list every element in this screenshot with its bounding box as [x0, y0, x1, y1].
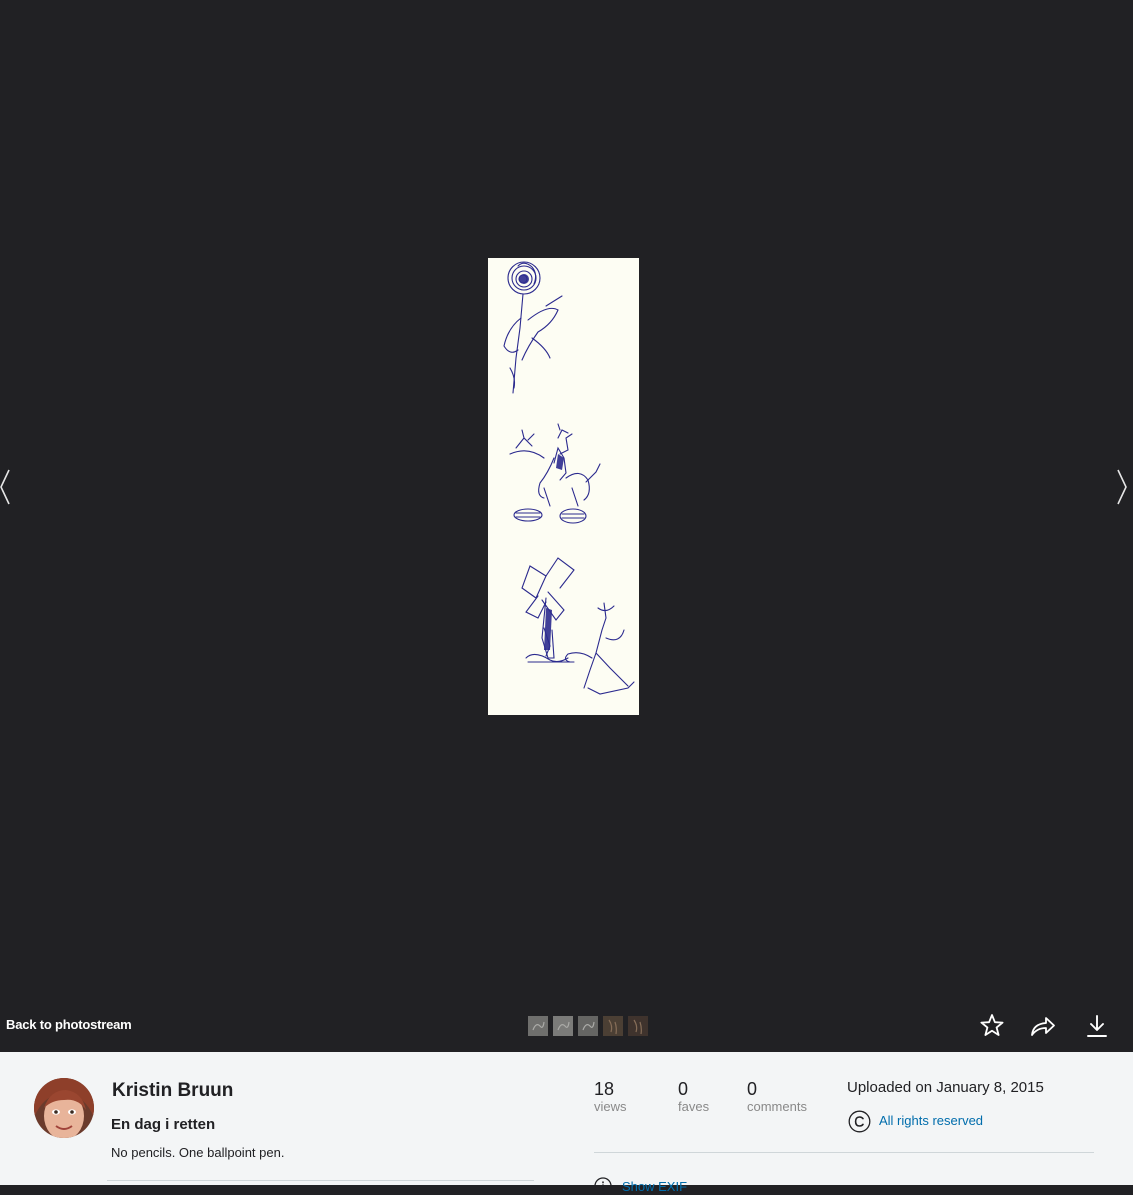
filmstrip-thumb-1[interactable] — [528, 1016, 548, 1036]
chevron-right-icon — [1117, 469, 1127, 505]
download-icon — [1087, 1015, 1107, 1037]
comments-stat: 0 comments — [747, 1079, 807, 1115]
fave-button[interactable] — [978, 1012, 1006, 1040]
next-photo-button[interactable] — [1113, 466, 1133, 508]
star-icon — [980, 1014, 1004, 1036]
back-to-photostream-link[interactable]: Back to photostream — [6, 1017, 132, 1032]
views-label: views — [594, 1099, 627, 1114]
filmstrip — [528, 1016, 648, 1036]
comments-count: 0 — [747, 1079, 758, 1099]
main-photo — [488, 258, 639, 715]
faves-stat: 0 faves — [678, 1079, 709, 1115]
share-icon — [1031, 1017, 1055, 1036]
filmstrip-thumb-2[interactable] — [553, 1016, 573, 1036]
divider — [107, 1180, 534, 1181]
photo-title: En dag i retten — [111, 1116, 216, 1133]
faves-label: faves — [678, 1099, 710, 1114]
filmstrip-thumb-4[interactable] — [603, 1016, 623, 1036]
upload-date: Uploaded on January 8, 2015 — [847, 1079, 1044, 1096]
photo-info-panel: Kristin Bruun En dag i retten No pencils… — [0, 1052, 1133, 1195]
license-link[interactable]: All rights reserved — [879, 1113, 983, 1128]
chevron-left-icon — [0, 469, 10, 505]
info-icon — [594, 1177, 612, 1195]
views-count: 18 — [594, 1079, 615, 1099]
filmstrip-thumb-3[interactable] — [578, 1016, 598, 1036]
divider — [594, 1152, 1094, 1153]
author-avatar[interactable] — [34, 1078, 94, 1138]
share-button[interactable] — [1029, 1012, 1057, 1040]
filmstrip-thumb-5[interactable] — [628, 1016, 648, 1036]
photo-description: No pencils. One ballpoint pen. — [111, 1145, 285, 1160]
show-exif-link[interactable]: Show EXIF — [622, 1179, 687, 1194]
photo-viewer: Back to photostream — [0, 0, 1133, 1052]
copyright-icon — [848, 1110, 871, 1133]
previous-photo-button[interactable] — [0, 466, 20, 508]
comments-label: comments — [747, 1099, 807, 1114]
views-stat: 18 views — [594, 1079, 627, 1115]
download-button[interactable] — [1083, 1012, 1111, 1040]
faves-count: 0 — [678, 1079, 689, 1099]
author-name-link[interactable]: Kristin Bruun — [112, 1080, 233, 1102]
